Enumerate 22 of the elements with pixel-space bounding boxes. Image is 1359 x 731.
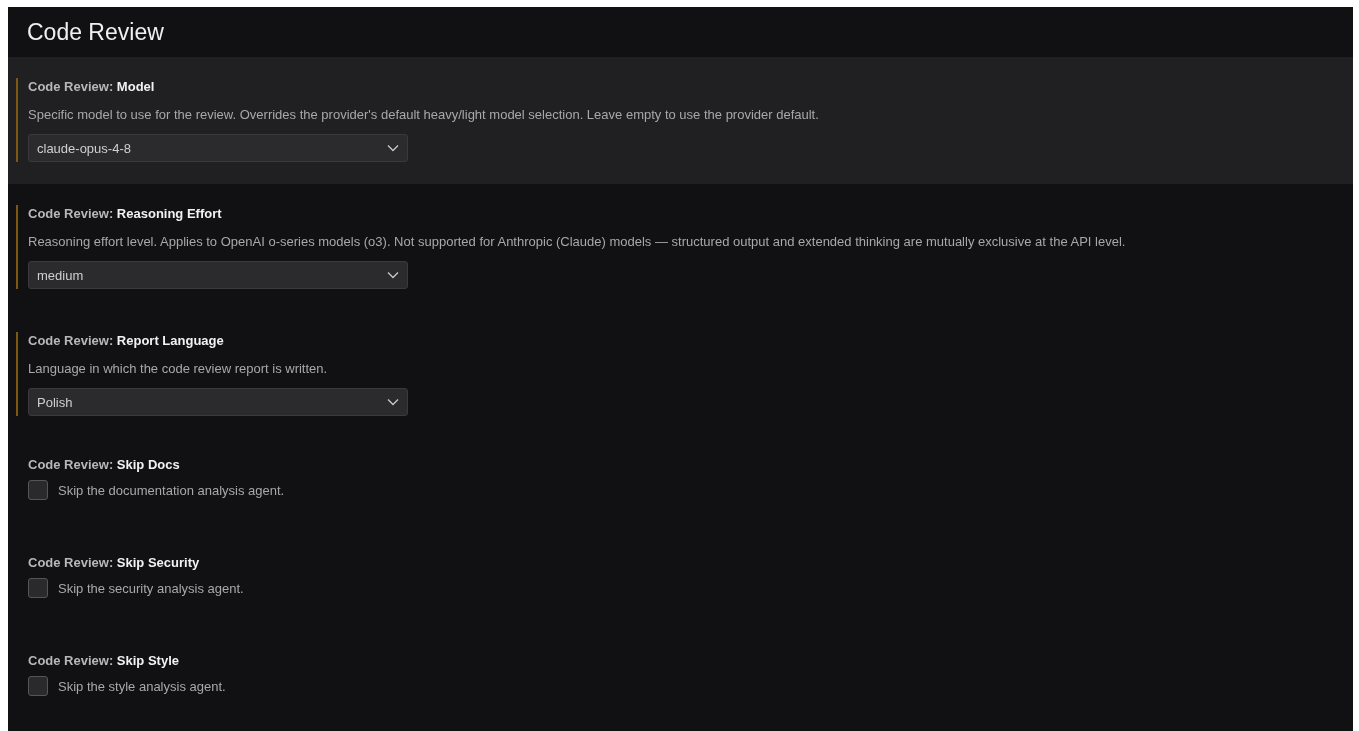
checkbox[interactable] — [28, 578, 48, 598]
setting-description: Reasoning effort level. Applies to OpenAI o-series models (o3). Not supported for Anthropic (Claude) models — structured output and extended thinking are mutually exclusive at the API level. — [28, 233, 1126, 251]
dropdown[interactable]: Polish — [28, 388, 408, 416]
dropdown[interactable]: medium — [28, 261, 408, 289]
setting-title: Code Review: Reasoning Effort — [28, 205, 222, 223]
setting-description: Language in which the code review report is written. — [28, 360, 328, 378]
setting-description: Skip the security analysis agent. — [58, 580, 244, 596]
dropdown[interactable]: claude-opus-4-8 — [28, 134, 408, 162]
setting-description: Specific model to use for the review. Overrides the provider's default heavy/light model selection. Leave empty to use the provider default. — [28, 106, 819, 124]
checkbox[interactable] — [28, 676, 48, 696]
setting-description: Skip the style analysis agent. — [58, 678, 226, 694]
chevron-down-icon — [387, 271, 399, 279]
setting-title: Code Review: Skip Security — [28, 554, 200, 572]
section-title: Code Review — [27, 18, 164, 46]
checkbox[interactable] — [28, 480, 48, 500]
setting-title: Code Review: Model — [28, 78, 155, 96]
setting-title: Code Review: Skip Style — [28, 652, 179, 670]
chevron-down-icon — [387, 398, 399, 406]
chevron-down-icon — [387, 144, 399, 152]
setting-title: Code Review: Report Language — [28, 332, 224, 350]
setting-description: Skip the documentation analysis agent. — [58, 482, 285, 498]
setting-title: Code Review: Skip Docs — [28, 456, 180, 474]
